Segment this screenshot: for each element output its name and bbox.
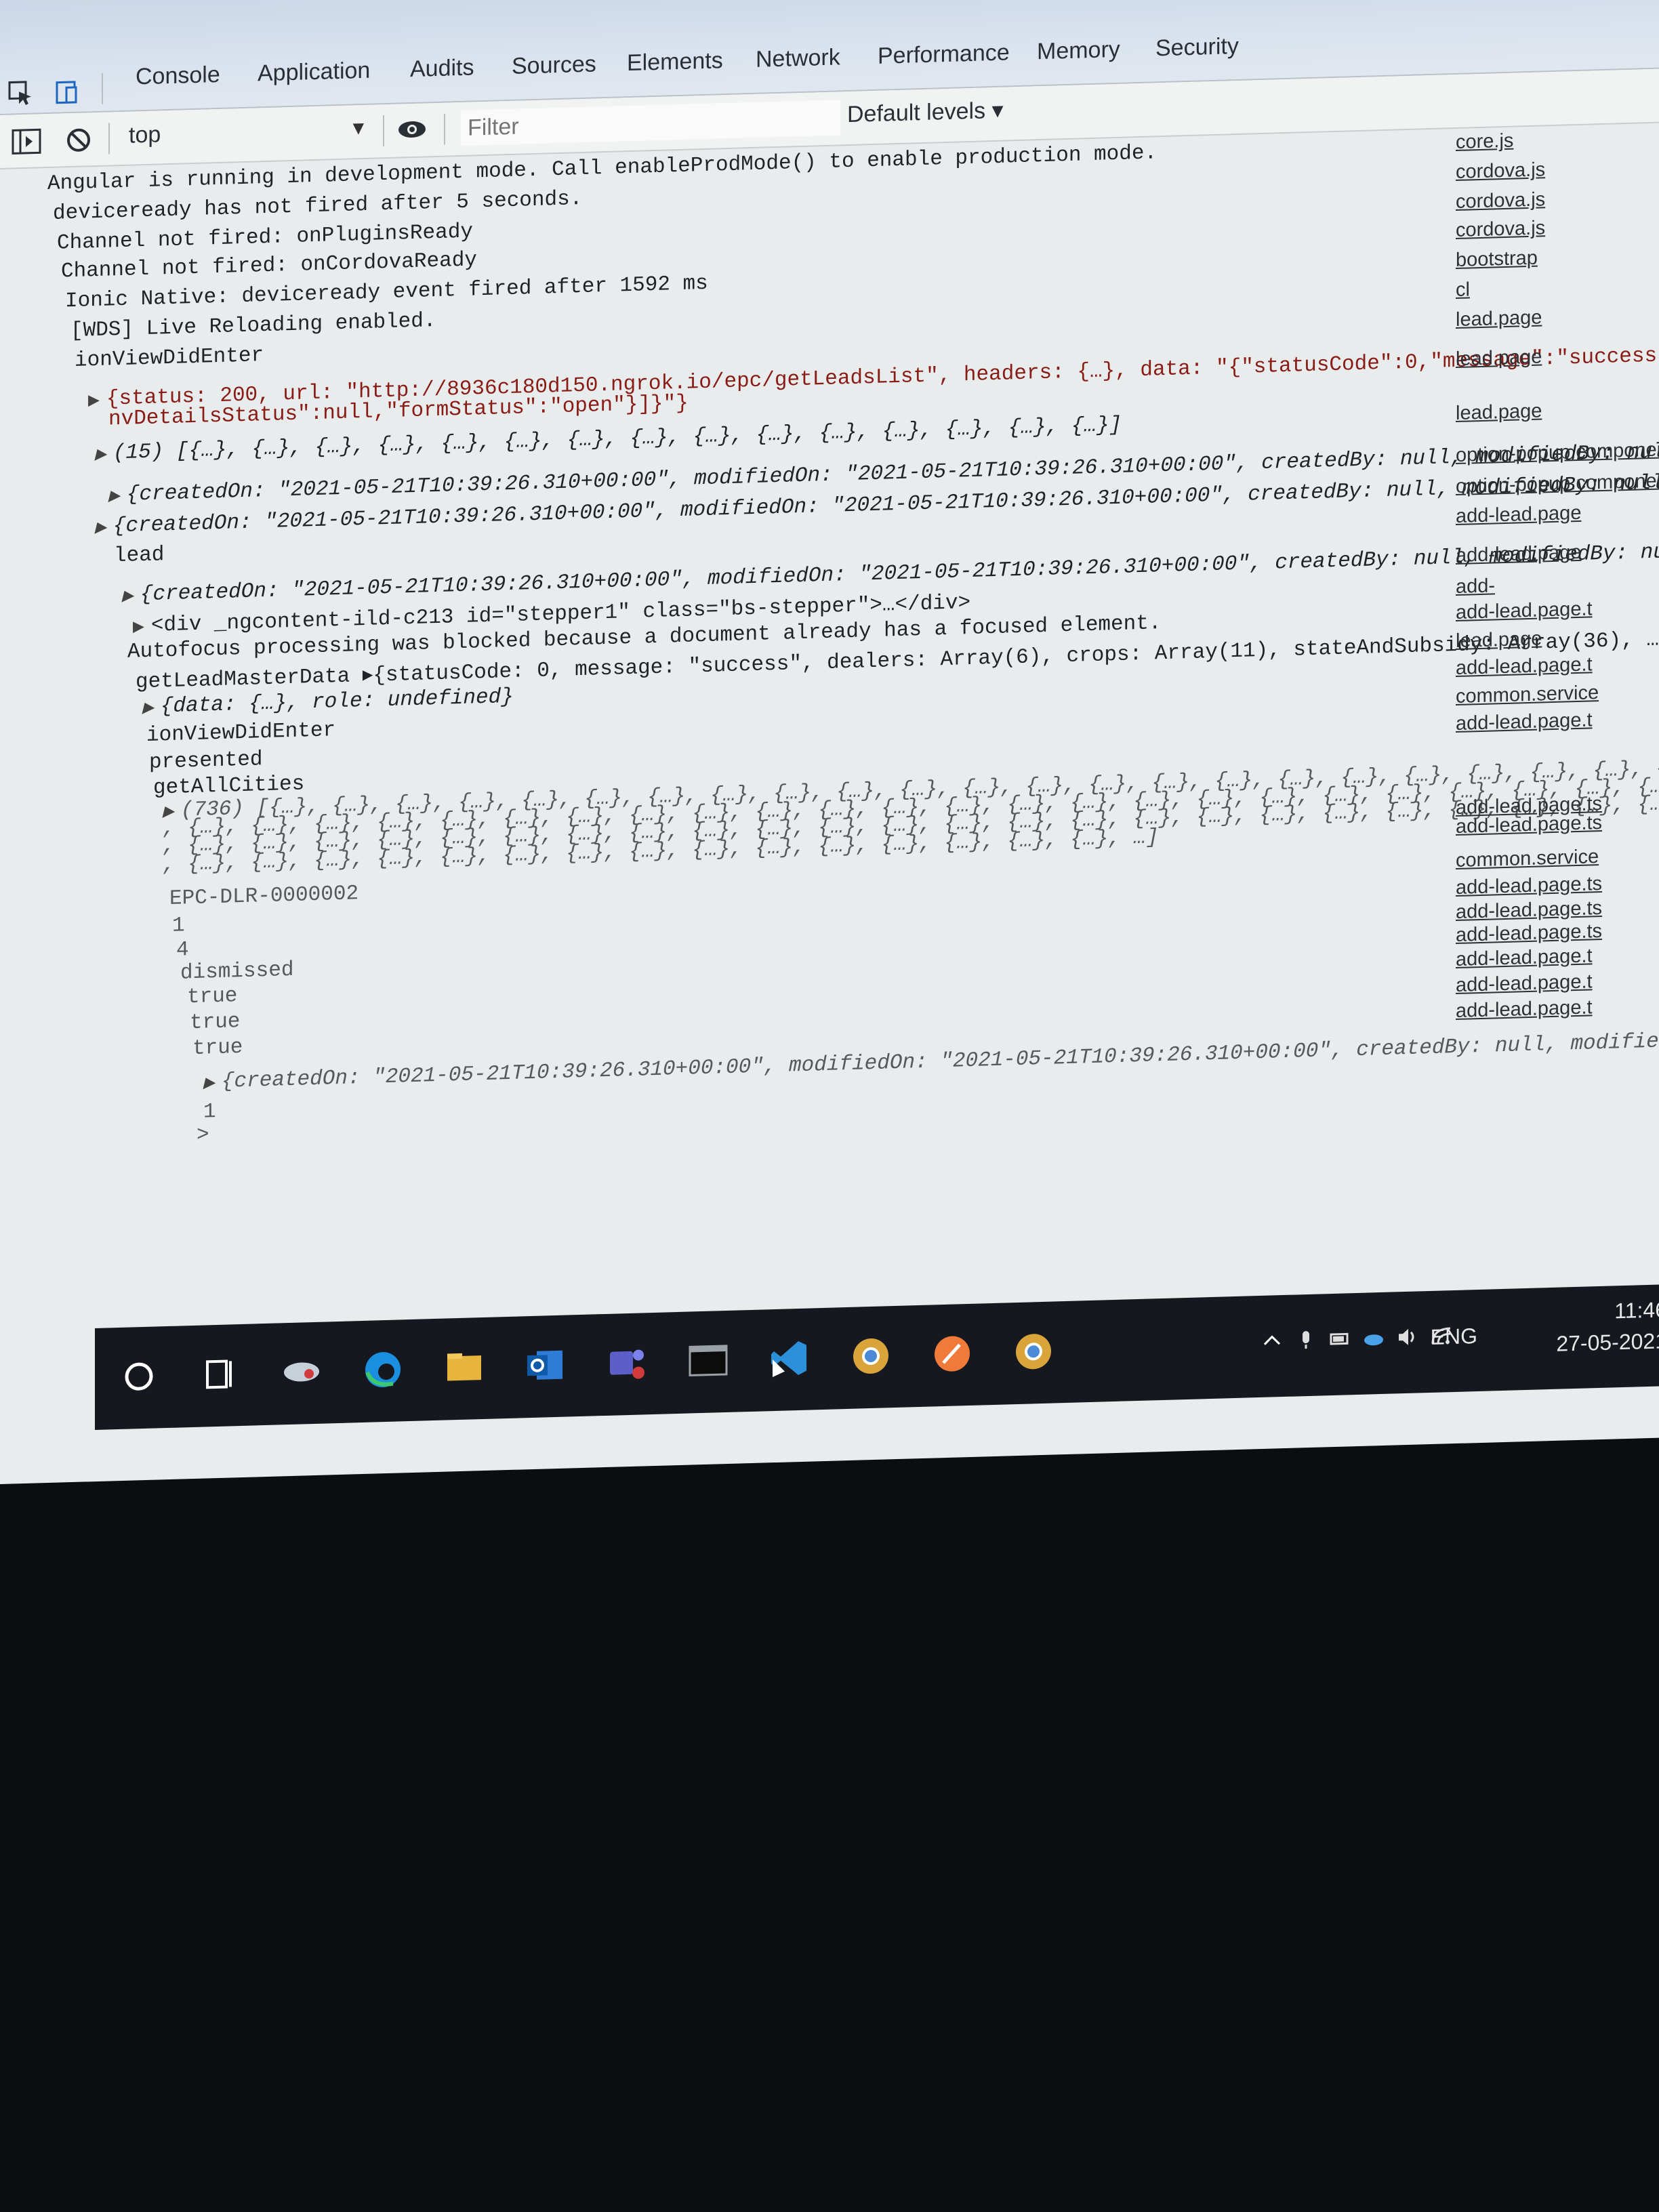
- source-link[interactable]: core.js: [1456, 126, 1659, 154]
- tab-security[interactable]: Security: [1155, 33, 1239, 62]
- source-link[interactable]: cl: [1456, 274, 1659, 302]
- edge-browser-icon[interactable]: [359, 1345, 407, 1394]
- expand-triangle-icon[interactable]: ▶: [203, 1075, 215, 1092]
- source-link[interactable]: cordova.js: [1456, 186, 1659, 213]
- chevron-up-icon[interactable]: [1261, 1329, 1284, 1353]
- tab-network[interactable]: Network: [756, 44, 840, 73]
- source-link[interactable]: cordova.js: [1456, 156, 1659, 184]
- snipping-tool-icon[interactable]: [278, 1348, 325, 1397]
- volume-icon[interactable]: [1396, 1325, 1419, 1349]
- source-link[interactable]: lead.page: [1456, 397, 1659, 425]
- clear-console-icon[interactable]: [65, 126, 92, 154]
- system-clock[interactable]: 11:46 27-05-2021: [1556, 1294, 1659, 1359]
- source-link[interactable]: cordova.js: [1456, 214, 1659, 242]
- postman-icon[interactable]: [928, 1330, 976, 1378]
- source-link[interactable]: add-lead.page.t: [1456, 652, 1659, 680]
- expand-triangle-icon[interactable]: ▶: [108, 488, 120, 505]
- command-prompt-icon[interactable]: [684, 1336, 732, 1385]
- context-selector[interactable]: top: [129, 121, 161, 148]
- onedrive-icon[interactable]: [1362, 1326, 1385, 1350]
- device-toolbar-icon[interactable]: [54, 78, 81, 106]
- expand-triangle-icon[interactable]: ▶: [95, 520, 106, 537]
- expand-triangle-icon[interactable]: ▶: [133, 619, 144, 636]
- source-link[interactable]: add-lead.page.t: [1456, 995, 1659, 1023]
- microphone-icon[interactable]: [1294, 1328, 1317, 1352]
- source-link[interactable]: add-lead.page.ts: [1456, 811, 1659, 838]
- message-value: lead: [114, 543, 165, 569]
- message-value: true: [192, 1035, 243, 1061]
- inspect-element-icon[interactable]: [7, 79, 34, 107]
- eye-icon[interactable]: [396, 117, 428, 142]
- vscode-icon[interactable]: [766, 1334, 813, 1382]
- clock-date: 27-05-2021: [1556, 1328, 1659, 1356]
- source-link[interactable]: add-lead.page: [1456, 500, 1659, 528]
- tab-application[interactable]: Application: [258, 58, 370, 87]
- battery-icon[interactable]: [1328, 1327, 1351, 1351]
- tab-performance[interactable]: Performance: [878, 39, 1010, 69]
- chrome-icon[interactable]: [1010, 1327, 1057, 1376]
- message-text: ionViewDidEnter: [75, 344, 264, 373]
- chevron-down-icon[interactable]: ▼: [349, 117, 368, 140]
- expand-triangle-icon[interactable]: ▶: [142, 700, 154, 717]
- console-log: Angular is running in development mode. …: [0, 123, 1659, 1308]
- expand-triangle-icon[interactable]: ▶: [95, 447, 106, 464]
- chrome-icon[interactable]: [847, 1332, 895, 1380]
- teams-icon[interactable]: [603, 1338, 651, 1387]
- tab-console[interactable]: Console: [136, 62, 220, 90]
- source-link[interactable]: add-lead.page.t: [1456, 596, 1659, 624]
- source-link[interactable]: common.service: [1456, 680, 1659, 708]
- clock-time: 11:46: [1614, 1297, 1659, 1324]
- message-text: >: [197, 1123, 209, 1147]
- message-text: lead: [114, 543, 164, 568]
- file-explorer-icon[interactable]: [441, 1343, 488, 1392]
- message-value: ionViewDidEnter: [75, 344, 264, 373]
- filter-input[interactable]: [461, 100, 840, 146]
- outlook-icon[interactable]: [522, 1340, 569, 1389]
- tab-sources[interactable]: Sources: [512, 51, 596, 79]
- message-value: >: [197, 1123, 209, 1147]
- source-link[interactable]: bootstrap: [1456, 244, 1659, 272]
- expand-triangle-icon[interactable]: ▶: [122, 588, 134, 605]
- devtools-window: Console Application Audits Sources Eleme…: [0, 0, 1659, 1485]
- tab-elements[interactable]: Elements: [627, 47, 723, 77]
- show-sidebar-icon[interactable]: [11, 127, 42, 155]
- tab-audits[interactable]: Audits: [410, 54, 474, 83]
- language-indicator[interactable]: ENG: [1431, 1324, 1477, 1350]
- source-link[interactable]: common.service: [1456, 844, 1659, 872]
- source-link[interactable]: lead.page: [1456, 304, 1659, 331]
- tab-memory[interactable]: Memory: [1037, 37, 1120, 65]
- log-levels-dropdown[interactable]: Default levels ▾: [847, 97, 1004, 128]
- task-view-icon[interactable]: [197, 1350, 244, 1399]
- cortana-icon[interactable]: [115, 1352, 163, 1401]
- message-text: true: [192, 1036, 243, 1061]
